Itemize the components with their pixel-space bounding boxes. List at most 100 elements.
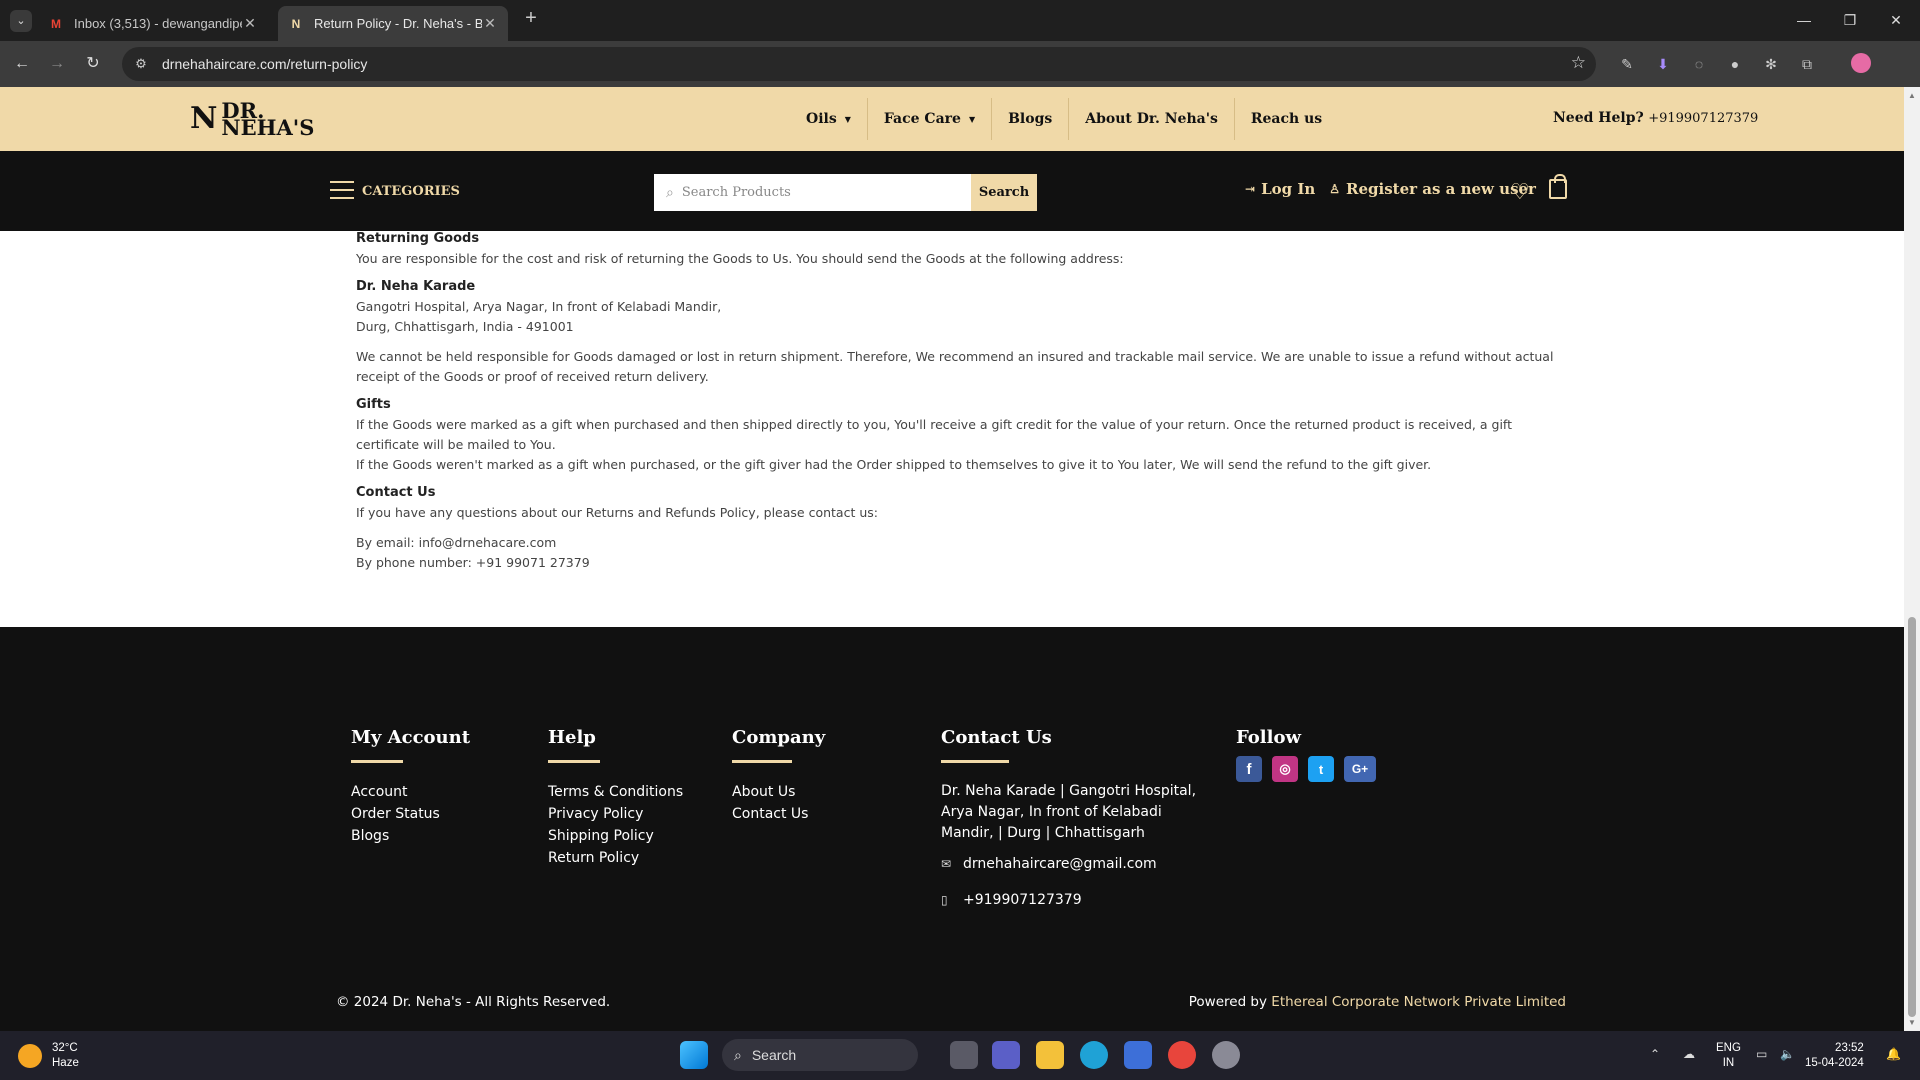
windows-taskbar: 32°C Haze ⌕ Search ⌃ ☁ ENG IN ▭ 🔈 23:52 … xyxy=(0,1031,1920,1080)
tray-chevron-icon[interactable]: ⌃ xyxy=(1650,1047,1660,1061)
new-tab-button[interactable]: + xyxy=(520,8,542,30)
scroll-thumb[interactable] xyxy=(1908,617,1916,1017)
back-button[interactable]: ← xyxy=(11,53,33,75)
volume-icon[interactable]: 🔈 xyxy=(1780,1047,1795,1061)
close-window-button[interactable]: ✕ xyxy=(1876,8,1916,32)
nav-oils[interactable]: Oils ▼ xyxy=(790,98,868,140)
categories-button[interactable]: CATEGORIES xyxy=(362,184,460,199)
instagram-icon[interactable]: ◎ xyxy=(1272,756,1298,782)
footer-link-order-status[interactable]: Order Status xyxy=(351,803,470,825)
tab-gmail-inbox[interactable]: M Inbox (3,513) - dewangandipen ✕ xyxy=(38,6,268,41)
footer-company: Company About Us Contact Us xyxy=(732,727,825,825)
close-tab-icon[interactable]: ✕ xyxy=(242,15,258,32)
extension-circle-icon[interactable]: ● xyxy=(1725,54,1745,74)
logo-mark: N xyxy=(190,101,218,136)
forward-button[interactable]: → xyxy=(46,53,68,75)
footer-contact: Contact Us Dr. Neha Karade | Gangotri Ho… xyxy=(941,727,1206,908)
nav-blogs[interactable]: Blogs xyxy=(992,98,1070,140)
wishlist-heart-icon[interactable]: ♡ xyxy=(1510,179,1530,205)
powered-company-link[interactable]: Ethereal Corporate Network Private Limit… xyxy=(1271,994,1566,1010)
site-logo[interactable]: N DR. NEHA'S xyxy=(190,100,314,138)
footer-phone-row[interactable]: ▯ +919907127379 xyxy=(941,892,1206,908)
edge-icon[interactable] xyxy=(1080,1041,1108,1069)
windows-start-icon[interactable] xyxy=(680,1041,708,1069)
footer-link-privacy[interactable]: Privacy Policy xyxy=(548,803,683,825)
task-view-icon[interactable] xyxy=(950,1041,978,1069)
tab-return-policy[interactable]: N Return Policy - Dr. Neha's - Best ✕ xyxy=(278,6,508,41)
returning-goods-text: You are responsible for the cost and ris… xyxy=(356,251,1124,266)
minimize-button[interactable]: — xyxy=(1784,8,1824,32)
tab-title: Inbox (3,513) - dewangandipen xyxy=(74,16,242,31)
settings-gear-icon[interactable] xyxy=(1212,1041,1240,1069)
phone-icon: ▯ xyxy=(941,893,948,907)
pen-extension-icon[interactable]: ✎ xyxy=(1617,54,1637,74)
profile-avatar[interactable] xyxy=(1851,53,1871,73)
store-icon[interactable] xyxy=(1124,1041,1152,1069)
restore-button[interactable]: ❐ xyxy=(1830,8,1870,32)
nav-face-care[interactable]: Face Care ▼ xyxy=(868,98,993,140)
footer-my-account: My Account Account Order Status Blogs xyxy=(351,727,470,847)
shopping-bag-icon[interactable] xyxy=(1549,174,1567,199)
puzzle-extensions-icon[interactable]: ⧉ xyxy=(1797,54,1817,74)
weather-widget[interactable]: 32°C Haze xyxy=(18,1041,79,1071)
address-bar[interactable]: ⚙ drnehahaircare.com/return-policy ☆ xyxy=(122,47,1596,81)
clock-date: 15-04-2024 xyxy=(1805,1057,1864,1069)
search-icon: ⌕ xyxy=(734,1046,742,1063)
footer-heading: Contact Us xyxy=(941,727,1052,748)
footer-email: drnehahaircare@gmail.com xyxy=(963,856,1157,872)
footer-link-return[interactable]: Return Policy xyxy=(548,847,683,869)
network-icon[interactable]: ▭ xyxy=(1756,1047,1767,1061)
help-phone[interactable]: +919907127379 xyxy=(1648,111,1758,126)
site-info-icon[interactable]: ⚙ xyxy=(130,56,152,72)
reload-button[interactable]: ↻ xyxy=(82,53,104,75)
footer-help: Help Terms & Conditions Privacy Policy S… xyxy=(548,727,683,869)
site-header: N DR. NEHA'S Oils ▼ Face Care ▼ Blogs Abou… xyxy=(0,87,1904,151)
search-box: ⌕ xyxy=(654,174,971,211)
page-scrollbar[interactable]: ▲ ▼ xyxy=(1904,87,1920,1031)
nav-about[interactable]: About Dr. Neha's xyxy=(1069,98,1235,140)
register-label: Register as a new user xyxy=(1346,180,1536,198)
chrome-icon[interactable] xyxy=(1168,1041,1196,1069)
scroll-down-icon[interactable]: ▼ xyxy=(1908,1018,1916,1027)
onedrive-cloud-icon[interactable]: ☁ xyxy=(1683,1047,1695,1061)
extension-icon[interactable]: ◌ xyxy=(1689,54,1709,74)
twitter-icon[interactable]: t xyxy=(1308,756,1334,782)
teams-icon[interactable] xyxy=(992,1041,1020,1069)
register-link[interactable]: ♙ Register as a new user xyxy=(1329,180,1536,198)
settings-extension-icon[interactable]: ✻ xyxy=(1761,54,1781,74)
footer-follow: Follow f ◎ t G+ xyxy=(1236,727,1386,782)
google-plus-icon[interactable]: G+ xyxy=(1344,756,1376,782)
footer-link-contact[interactable]: Contact Us xyxy=(732,803,825,825)
browser-tab-bar: ⌄ M Inbox (3,513) - dewangandipen ✕ N Re… xyxy=(0,0,1920,41)
footer-link-terms[interactable]: Terms & Conditions xyxy=(548,781,683,803)
download-extension-icon[interactable]: ⬇ xyxy=(1653,54,1673,74)
search-input[interactable] xyxy=(681,185,952,200)
footer-link-blogs[interactable]: Blogs xyxy=(351,825,470,847)
bookmark-star-icon[interactable]: ☆ xyxy=(1571,53,1586,73)
notification-bell-icon[interactable]: 🔔 xyxy=(1886,1047,1901,1061)
system-clock[interactable]: 23:52 15-04-2024 xyxy=(1805,1041,1864,1071)
footer-link-about[interactable]: About Us xyxy=(732,781,825,803)
search-icon: ⌕ xyxy=(666,184,674,200)
footer-link-account[interactable]: Account xyxy=(351,781,470,803)
file-explorer-icon[interactable] xyxy=(1036,1041,1064,1069)
mail-icon: ✉ xyxy=(941,857,952,871)
login-link[interactable]: ⇥ Log In xyxy=(1245,180,1315,198)
footer-link-shipping[interactable]: Shipping Policy xyxy=(548,825,683,847)
nav-reach-us[interactable]: Reach us xyxy=(1235,98,1338,140)
footer-heading: Follow xyxy=(1236,727,1301,748)
facebook-icon[interactable]: f xyxy=(1236,756,1262,782)
footer-email-row[interactable]: ✉ drnehahaircare@gmail.com xyxy=(941,856,1206,872)
language-indicator[interactable]: ENG IN xyxy=(1716,1041,1741,1071)
caret-down-icon: ▼ xyxy=(844,114,851,124)
close-tab-icon[interactable]: ✕ xyxy=(482,15,498,32)
site-search-bar: CATEGORIES ⌕ Search ⇥ Log In ♙ Register as… xyxy=(0,151,1904,231)
nav-label: Oils xyxy=(806,111,837,127)
scroll-up-icon[interactable]: ▲ xyxy=(1908,91,1916,100)
taskbar-search[interactable]: ⌕ Search xyxy=(722,1039,918,1071)
search-button[interactable]: Search xyxy=(971,174,1037,211)
tab-search-button[interactable]: ⌄ xyxy=(10,10,32,32)
sun-icon xyxy=(18,1044,42,1068)
menu-icon[interactable] xyxy=(330,181,354,201)
contact-email: By email: info@drnehacare.com xyxy=(356,535,557,550)
